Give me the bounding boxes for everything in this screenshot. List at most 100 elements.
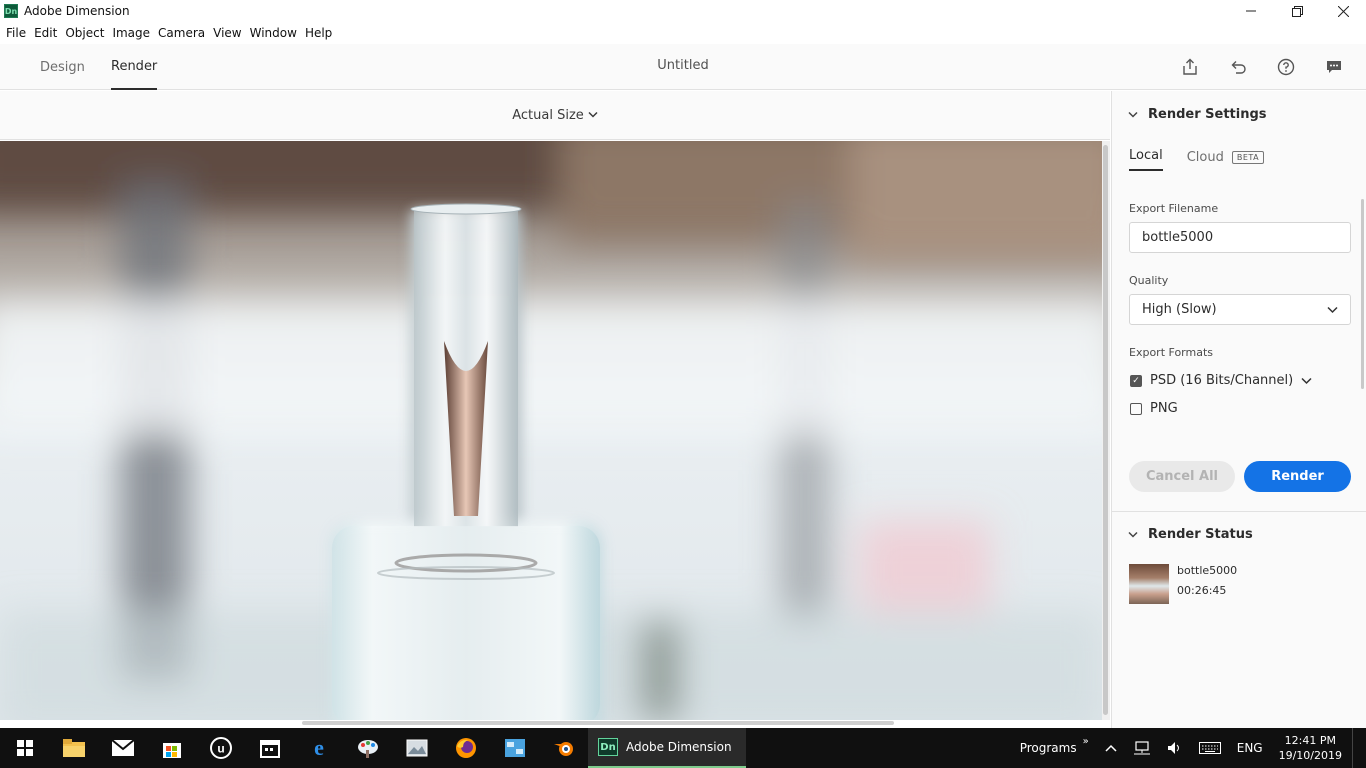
chevron-down-icon: [1128, 111, 1138, 118]
menu-camera[interactable]: Camera: [154, 26, 209, 40]
close-button[interactable]: [1320, 0, 1366, 22]
dimension-app-icon: Dn: [598, 738, 618, 756]
svg-text:e: e: [314, 737, 324, 759]
feedback-button[interactable]: [1310, 54, 1358, 80]
photos-icon: [406, 739, 427, 757]
menu-edit[interactable]: Edit: [30, 26, 61, 40]
tab-local-label: Local: [1129, 148, 1163, 163]
taskbar-photos[interactable]: [392, 728, 441, 768]
programs-label: Programs: [1019, 741, 1077, 755]
folder-icon: [62, 739, 85, 757]
render-item-time: 00:26:45: [1177, 584, 1227, 597]
quality-select[interactable]: High (Slow): [1129, 294, 1351, 325]
windows-logo-icon: [16, 740, 33, 756]
firefox-icon: [455, 738, 476, 758]
render-settings-title: Render Settings: [1148, 107, 1267, 122]
double-chevron-icon: »: [1082, 735, 1089, 747]
network-icon: [1133, 741, 1150, 755]
taskbar-paint[interactable]: [343, 728, 392, 768]
panel-divider: [1112, 511, 1366, 512]
zoom-dropdown[interactable]: Actual Size: [512, 108, 598, 123]
taskbar-calendar[interactable]: [245, 728, 294, 768]
mail-icon: [111, 740, 134, 756]
tray-network[interactable]: [1125, 741, 1159, 755]
rendered-image: [0, 141, 1102, 720]
tab-local[interactable]: Local: [1129, 148, 1163, 171]
undo-icon: [1231, 61, 1246, 74]
restore-button[interactable]: [1274, 0, 1320, 22]
menu-object[interactable]: Object: [61, 26, 108, 40]
taskbar-adobe-dimension[interactable]: Dn Adobe Dimension: [588, 728, 746, 768]
taskbar-unreal[interactable]: u: [196, 728, 245, 768]
render-target-tabs: Local Cloud BETA: [1129, 148, 1288, 171]
chevron-down-icon[interactable]: [1301, 377, 1312, 385]
system-tray: Programs » ENG 12:41 PM 19/10/2019: [1012, 728, 1366, 768]
taskbar-store[interactable]: [147, 728, 196, 768]
tab-cloud-label: Cloud: [1186, 150, 1224, 165]
format-png-row[interactable]: PNG: [1130, 401, 1178, 416]
window-title: Adobe Dimension: [24, 4, 130, 18]
render-status-header[interactable]: Render Status: [1128, 527, 1253, 542]
minimize-icon: [1246, 10, 1256, 12]
export-formats-label: Export Formats: [1129, 346, 1213, 359]
viewport-header: Actual Size: [0, 91, 1110, 140]
tray-overflow-button[interactable]: [1097, 744, 1125, 752]
render-status-item[interactable]: bottle5000 00:26:45: [1129, 564, 1237, 604]
minimize-button[interactable]: [1228, 0, 1274, 22]
taskbar-mail[interactable]: [98, 728, 147, 768]
tray-language[interactable]: ENG: [1229, 741, 1271, 755]
viewport-horizontal-scrollbar[interactable]: [302, 721, 894, 725]
render-settings-header[interactable]: Render Settings: [1128, 107, 1267, 122]
show-desktop-button[interactable]: [1352, 728, 1366, 768]
beta-badge: BETA: [1231, 151, 1265, 164]
edge-icon: e: [314, 737, 324, 759]
taskbar-edge[interactable]: e: [294, 728, 343, 768]
viewport-vertical-scrollbar[interactable]: [1102, 141, 1110, 720]
taskbar-finder[interactable]: [490, 728, 539, 768]
render-status-title: Render Status: [1148, 527, 1253, 542]
export-filename-input[interactable]: bottle5000: [1129, 222, 1351, 253]
menu-window[interactable]: Window: [246, 26, 301, 40]
format-png-label: PNG: [1150, 401, 1178, 416]
render-item-name: bottle5000: [1177, 564, 1238, 577]
render-settings-panel: Render Settings Local Cloud BETA Export …: [1111, 91, 1366, 728]
share-button[interactable]: [1166, 54, 1214, 80]
share-icon: [1183, 58, 1197, 75]
title-bar: Dn Adobe Dimension: [0, 0, 1366, 22]
cancel-all-button[interactable]: Cancel All: [1129, 461, 1235, 492]
paint-icon: [357, 740, 378, 758]
panel-scrollbar[interactable]: [1361, 199, 1364, 389]
start-button[interactable]: [0, 728, 49, 768]
tray-volume[interactable]: [1159, 741, 1191, 755]
viewport-vertical-scroll-thumb[interactable]: [1103, 145, 1108, 715]
tray-programs[interactable]: Programs »: [1012, 736, 1097, 756]
taskbar-firefox[interactable]: [441, 728, 490, 768]
format-psd-row[interactable]: ✓ PSD (16 Bits/Channel): [1130, 373, 1312, 388]
taskbar-file-explorer[interactable]: [49, 728, 98, 768]
format-png-checkbox[interactable]: [1130, 402, 1142, 415]
store-icon: [162, 743, 181, 758]
export-filename-label: Export Filename: [1129, 202, 1219, 215]
taskbar-blender[interactable]: [539, 728, 588, 768]
chevron-down-icon: [1327, 306, 1338, 313]
menu-file[interactable]: File: [2, 26, 30, 40]
keyboard-icon: [1198, 742, 1221, 754]
format-psd-checkbox[interactable]: ✓: [1130, 374, 1142, 387]
finder-icon: [504, 739, 525, 757]
tray-keyboard[interactable]: [1191, 742, 1229, 754]
render-canvas[interactable]: [0, 141, 1102, 720]
menu-image[interactable]: Image: [108, 26, 154, 40]
help-button[interactable]: [1262, 54, 1310, 80]
tab-cloud[interactable]: Cloud BETA: [1186, 150, 1265, 171]
taskbar-active-label: Adobe Dimension: [626, 740, 732, 754]
chevron-down-icon: [588, 111, 598, 118]
tray-clock[interactable]: 12:41 PM 19/10/2019: [1271, 733, 1352, 763]
svg-text:u: u: [217, 742, 224, 756]
render-button[interactable]: Render: [1244, 461, 1351, 492]
undo-button[interactable]: [1214, 54, 1262, 80]
render-thumbnail: [1129, 564, 1169, 604]
close-icon: [1337, 5, 1349, 17]
menu-help[interactable]: Help: [301, 26, 336, 40]
menu-view[interactable]: View: [209, 26, 245, 40]
unreal-engine-icon: u: [209, 737, 232, 759]
